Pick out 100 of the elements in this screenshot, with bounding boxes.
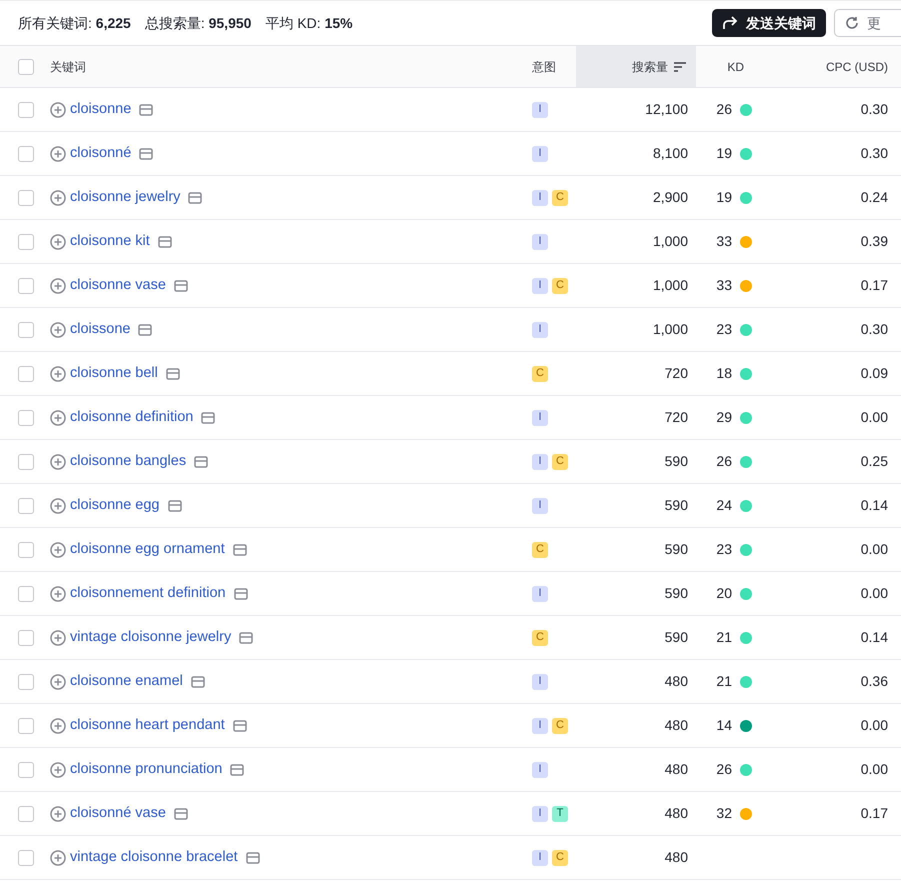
checkbox[interactable] <box>18 806 34 822</box>
kd-value: 32 <box>716 804 732 823</box>
send-keywords-button[interactable]: 发送关键词 <box>712 9 826 37</box>
checkbox[interactable] <box>18 454 34 470</box>
add-icon[interactable] <box>50 586 66 602</box>
serp-icon[interactable] <box>239 632 254 644</box>
checkbox[interactable] <box>18 674 34 690</box>
checkbox[interactable] <box>18 366 34 382</box>
intent-badge: I <box>532 322 548 338</box>
keyword-link[interactable]: cloisonne vase <box>70 274 166 296</box>
keyword-link[interactable]: cloisonne kit <box>70 230 150 252</box>
serp-icon[interactable] <box>174 808 188 820</box>
checkbox[interactable] <box>18 234 34 250</box>
keyword-link[interactable]: vintage cloisonne bracelet <box>70 846 238 868</box>
add-icon[interactable] <box>50 410 66 426</box>
checkbox[interactable] <box>18 322 34 338</box>
checkbox[interactable] <box>18 718 34 734</box>
search-volume: 1,000 <box>652 232 688 251</box>
add-icon[interactable] <box>50 366 66 382</box>
keyword-link[interactable]: cloisonne jewelry <box>70 186 180 208</box>
intent-badge: I <box>532 762 548 778</box>
keyword-link[interactable]: cloisonne pronunciation <box>70 758 222 780</box>
add-icon[interactable] <box>50 498 66 514</box>
keyword-link[interactable]: cloisonné <box>70 142 132 164</box>
intent-badge: I <box>532 234 548 250</box>
keyword-link[interactable]: vintage cloisonne jewelry <box>70 626 232 648</box>
keyword-link[interactable]: cloisonne <box>70 98 132 120</box>
intent-badge: I <box>532 102 548 118</box>
kd-value: 26 <box>716 452 732 471</box>
add-icon[interactable] <box>50 630 66 646</box>
serp-icon[interactable] <box>139 104 154 116</box>
kd-value: 20 <box>716 584 732 603</box>
cpc-value: 0.17 <box>860 804 888 823</box>
cpc-value: 0.00 <box>860 760 888 779</box>
serp-icon[interactable] <box>232 544 247 556</box>
search-volume: 480 <box>664 672 688 691</box>
checkbox[interactable] <box>18 762 34 778</box>
search-volume: 8,100 <box>652 144 688 163</box>
search-volume: 590 <box>664 540 688 559</box>
sorted-column-header[interactable]: 搜索量 <box>576 46 696 87</box>
serp-icon[interactable] <box>166 368 180 380</box>
serp-icon[interactable] <box>190 676 205 688</box>
summary-stat: 总搜索量: 95,950 <box>144 14 252 32</box>
cpc-value: 0.00 <box>860 584 888 603</box>
add-icon[interactable] <box>50 146 66 162</box>
add-icon[interactable] <box>50 234 66 250</box>
column-header: 意图 <box>532 58 556 76</box>
serp-icon[interactable] <box>234 588 248 600</box>
checkbox[interactable] <box>18 146 34 162</box>
keyword-link[interactable]: cloisonne bangles <box>70 450 186 472</box>
keyword-link[interactable]: cloisonne heart pendant <box>70 714 225 736</box>
checkbox[interactable] <box>18 850 34 866</box>
add-icon[interactable] <box>50 806 66 822</box>
sort-icon <box>674 62 686 72</box>
update-button[interactable]: 更 <box>834 9 901 37</box>
intent-badge: I <box>532 806 548 822</box>
add-icon[interactable] <box>50 190 66 206</box>
serp-icon[interactable] <box>232 720 247 732</box>
serp-icon[interactable] <box>246 852 260 864</box>
checkbox[interactable] <box>18 498 34 514</box>
keyword-link[interactable]: cloissone <box>70 318 130 340</box>
intent-badge: C <box>532 630 548 646</box>
checkbox[interactable] <box>18 630 34 646</box>
add-icon[interactable] <box>50 454 66 470</box>
add-icon[interactable] <box>50 542 66 558</box>
add-icon[interactable] <box>50 718 66 734</box>
keyword-link[interactable]: cloisonnement definition <box>70 582 226 604</box>
checkbox[interactable] <box>18 58 34 74</box>
add-icon[interactable] <box>50 762 66 778</box>
add-icon[interactable] <box>50 322 66 338</box>
add-icon[interactable] <box>50 278 66 294</box>
serp-icon[interactable] <box>230 764 244 776</box>
keyword-link[interactable]: cloisonne egg ornament <box>70 538 225 560</box>
intent-badge: I <box>532 674 548 690</box>
checkbox[interactable] <box>18 410 34 426</box>
serp-icon[interactable] <box>139 148 154 160</box>
add-icon[interactable] <box>50 850 66 866</box>
serp-icon[interactable] <box>174 280 188 292</box>
checkbox[interactable] <box>18 102 34 118</box>
keyword-link[interactable]: cloisonne egg <box>70 494 160 516</box>
keyword-link[interactable]: cloisonné vase <box>70 802 166 824</box>
keyword-link[interactable]: cloisonne bell <box>70 362 158 384</box>
checkbox[interactable] <box>18 586 34 602</box>
kd-value: 14 <box>716 716 732 735</box>
serp-icon[interactable] <box>168 500 182 512</box>
checkbox[interactable] <box>18 278 34 294</box>
checkbox[interactable] <box>18 190 34 206</box>
add-icon[interactable] <box>50 102 66 118</box>
keyword-link[interactable]: cloisonne definition <box>70 406 194 428</box>
keyword-link[interactable]: cloisonne enamel <box>70 670 183 692</box>
serp-icon[interactable] <box>194 456 208 468</box>
serp-icon[interactable] <box>138 324 152 336</box>
serp-icon[interactable] <box>201 412 216 424</box>
add-icon[interactable] <box>50 674 66 690</box>
kd-value: 26 <box>716 760 732 779</box>
serp-icon[interactable] <box>158 236 172 248</box>
cpc-value: 0.00 <box>860 540 888 559</box>
serp-icon[interactable] <box>188 192 202 204</box>
cpc-value: 0.30 <box>860 144 888 163</box>
checkbox[interactable] <box>18 542 34 558</box>
